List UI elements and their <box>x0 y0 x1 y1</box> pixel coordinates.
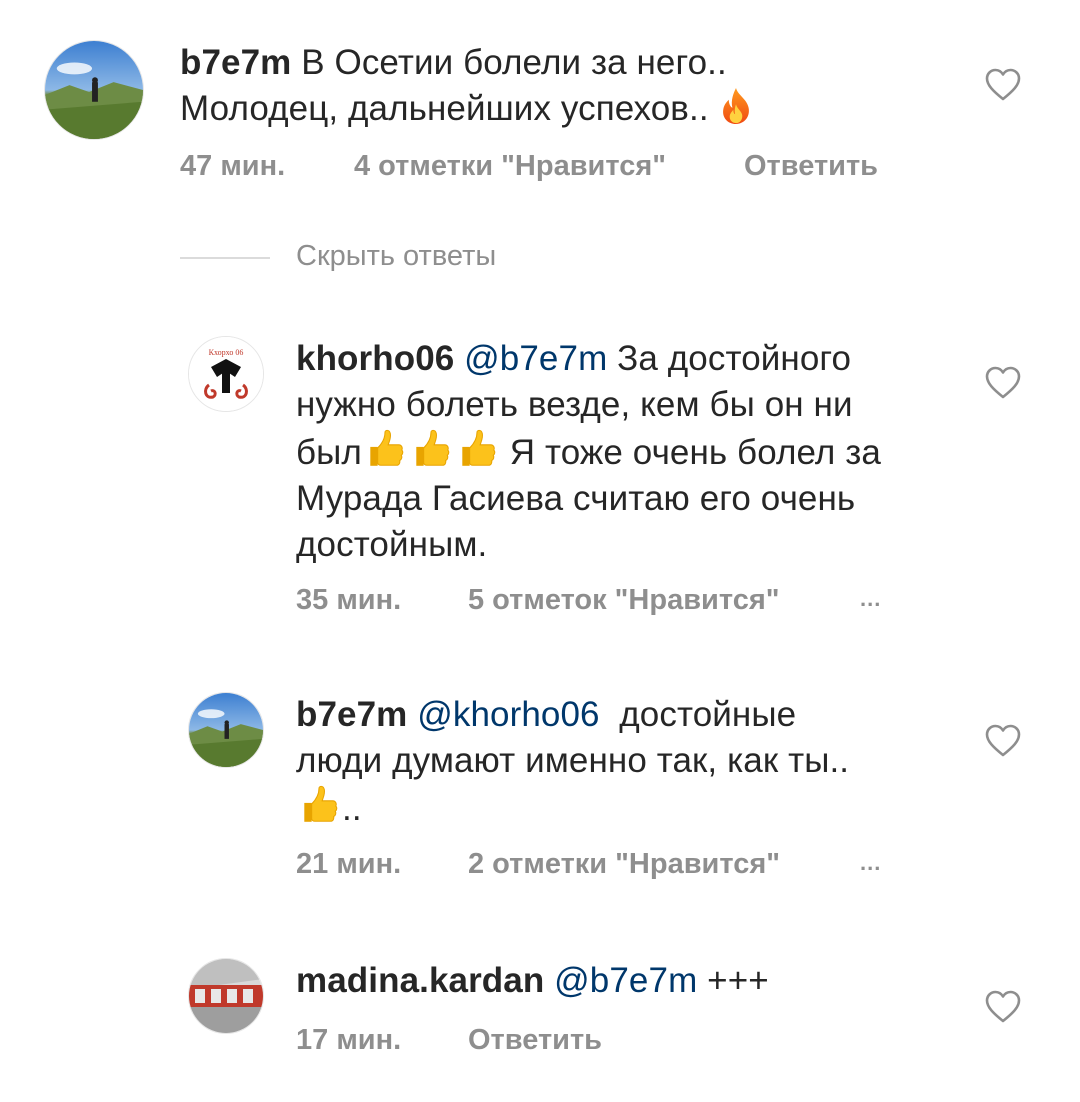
comment-username[interactable]: madina.kardan <box>296 961 544 1000</box>
fire-emoji-icon <box>718 86 754 126</box>
heart-icon[interactable] <box>985 990 1021 1024</box>
avatar[interactable]: Кхорхо 06 <box>188 336 264 412</box>
comment-username[interactable]: b7e7m <box>296 695 407 734</box>
building-avatar-image <box>189 959 263 1033</box>
comment-body: В Осетии болели за него.. <box>301 43 727 82</box>
comment-body-line2: нужно болеть везде, кем бы он ни <box>296 385 853 424</box>
comment-meta: 17 мин. Ответить <box>296 1024 896 1060</box>
avatar[interactable] <box>188 958 264 1034</box>
comment-body-line5: достойным. <box>296 525 488 564</box>
comment-body-line2: люди думают именно так, как ты.. <box>296 741 850 780</box>
comment-text: b7e7m @khorho06 достойные люди думают им… <box>296 692 976 832</box>
thumbs-up-emoji-icon <box>408 428 454 470</box>
avatar[interactable] <box>188 692 264 768</box>
comment-body-line3: .. <box>342 789 362 828</box>
more-options-button[interactable]: ... <box>860 850 881 876</box>
comment-text: b7e7m В Осетии болели за него.. Молодец,… <box>180 40 980 132</box>
more-options-button[interactable]: ... <box>860 586 881 612</box>
avatar[interactable] <box>44 40 144 140</box>
mention-link[interactable]: @khorho06 <box>417 695 599 734</box>
heart-icon[interactable] <box>985 724 1021 758</box>
likes-count-button[interactable]: 5 отметок "Нравится" <box>468 584 780 617</box>
landscape-avatar-image <box>189 693 263 767</box>
mention-link[interactable]: @b7e7m <box>554 961 697 1000</box>
comment-body-line2: Молодец, дальнейших успехов.. <box>180 89 709 128</box>
comment-time: 21 мин. <box>296 848 402 880</box>
comment-text: khorho06 @b7e7m За достойного нужно боле… <box>296 336 976 568</box>
comment-body: +++ <box>707 961 769 1000</box>
comment-text: madina.kardan @b7e7m +++ <box>296 958 976 1004</box>
comment-body-line1: достойные <box>619 695 797 734</box>
comment-body-line4: Мурада Гасиева считаю его очень <box>296 479 856 518</box>
comment-time: 17 мин. <box>296 1024 402 1056</box>
likes-count-button[interactable]: 2 отметки "Нравится" <box>468 848 780 881</box>
comment-meta: 35 мин. 5 отметок "Нравится" ... <box>296 584 896 620</box>
likes-count-button[interactable]: 4 отметки "Нравится" <box>354 150 666 183</box>
reply-button[interactable]: Ответить <box>468 1024 602 1057</box>
comment-time: 47 мин. <box>180 150 286 182</box>
hide-replies-divider <box>180 257 270 259</box>
comment-username[interactable]: khorho06 <box>296 339 454 378</box>
reply-button[interactable]: Ответить <box>744 150 878 183</box>
hide-replies-label[interactable]: Скрыть ответы <box>296 240 496 273</box>
logo-avatar-image: Кхорхо 06 <box>189 337 263 411</box>
avatar-logo-text: Кхорхо 06 <box>209 348 244 357</box>
comment-meta: 21 мин. 2 отметки "Нравится" ... <box>296 848 896 884</box>
thumbs-up-emoji-icon <box>454 428 500 470</box>
thumbs-up-emoji-icon <box>362 428 408 470</box>
comment-body-line3a: был <box>296 433 362 472</box>
comment-username[interactable]: b7e7m <box>180 43 291 82</box>
comment-body-line3b: Я тоже очень болел за <box>509 433 881 472</box>
comment-time: 35 мин. <box>296 584 402 616</box>
comment-body-line1: За достойного <box>617 339 852 378</box>
mention-link[interactable]: @b7e7m <box>464 339 607 378</box>
thumbs-up-emoji-icon <box>296 784 342 826</box>
heart-icon[interactable] <box>985 68 1021 102</box>
heart-icon[interactable] <box>985 366 1021 400</box>
comment-meta: 47 мин. 4 отметки "Нравится" Ответить <box>180 150 940 186</box>
landscape-avatar-image <box>45 41 143 139</box>
